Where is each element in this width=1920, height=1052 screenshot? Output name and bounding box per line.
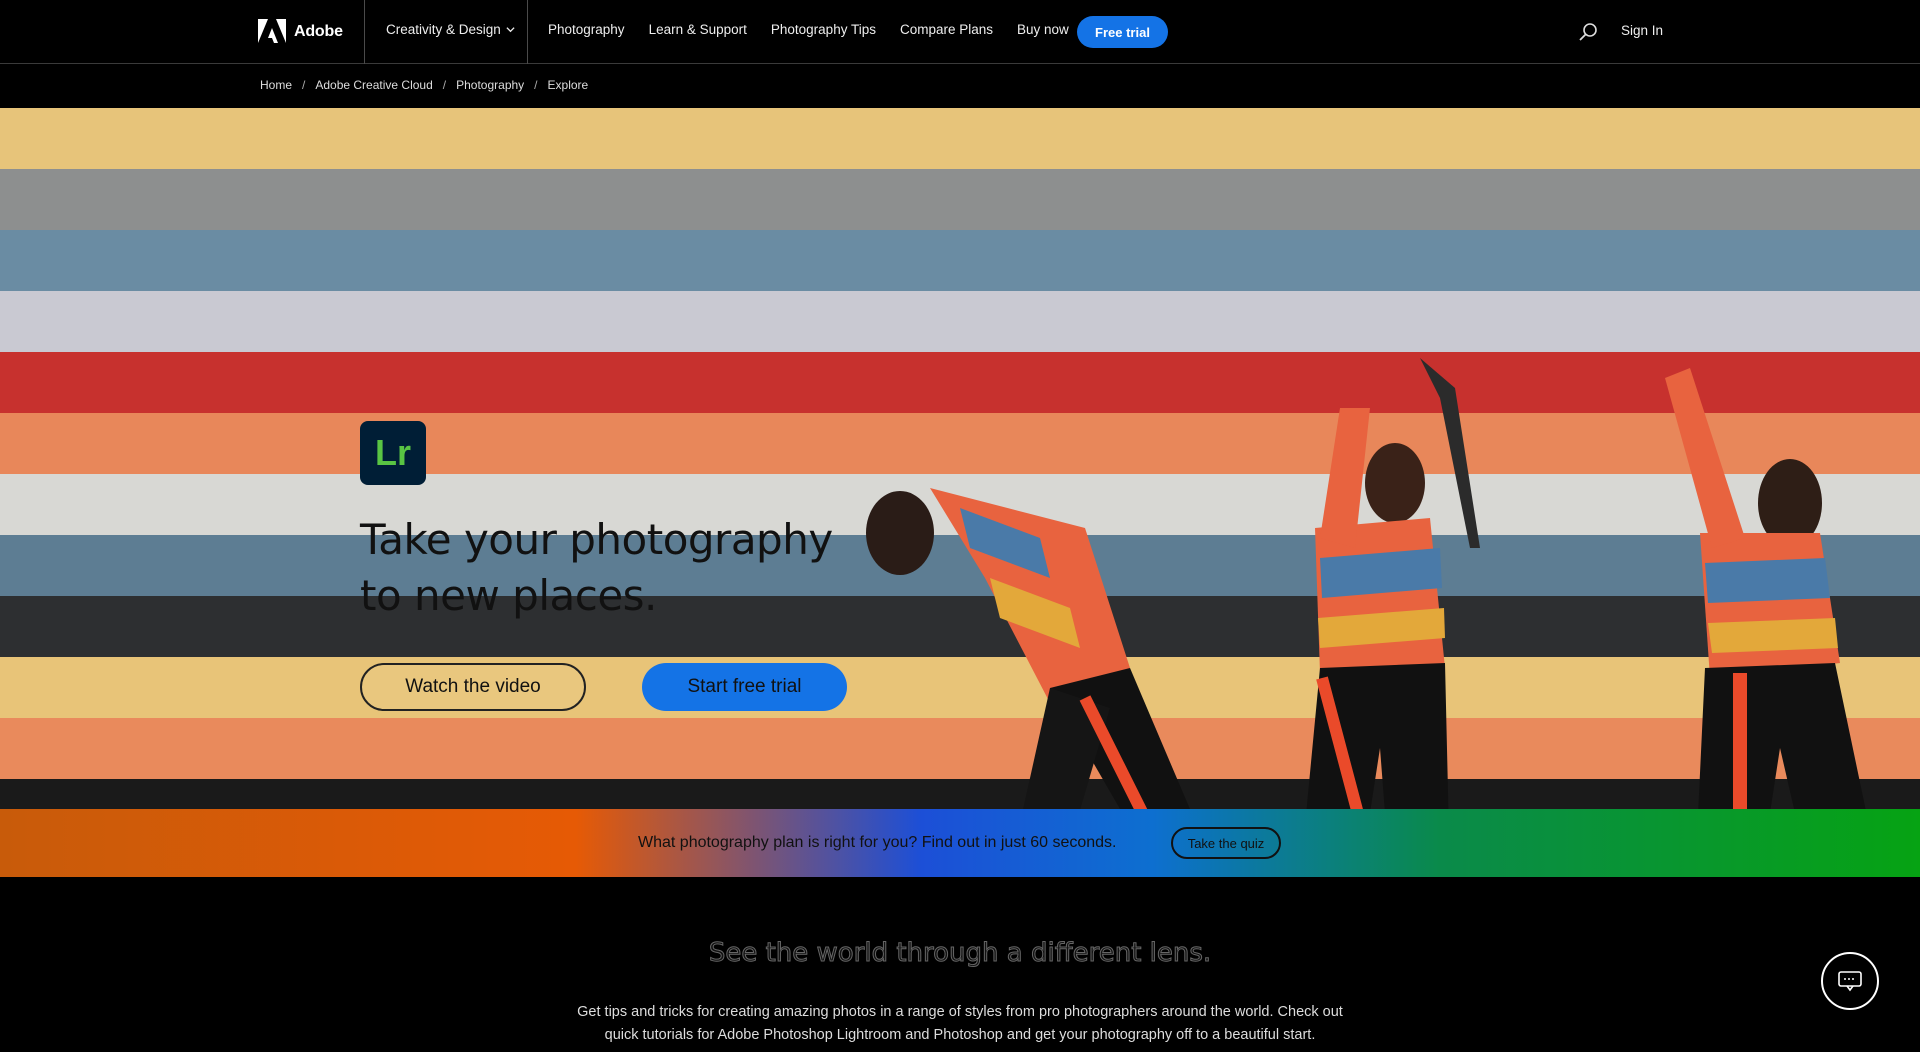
chevron-down-icon (506, 27, 515, 33)
nav-link-photography[interactable]: Photography (548, 22, 625, 37)
chat-button[interactable] (1821, 952, 1879, 1010)
section-heading: See the world through a different lens. (708, 938, 1212, 969)
breadcrumb-photography[interactable]: Photography (456, 78, 524, 92)
brand-name: Adobe (294, 23, 343, 40)
breadcrumb-home[interactable]: Home (260, 78, 292, 92)
hero-banner: Lr Take your photography to new places. … (0, 108, 1920, 809)
section-description: Get tips and tricks for creating amazing… (577, 1004, 1343, 1043)
breadcrumb-separator: / (534, 78, 538, 92)
lightroom-badge-letters: Lr (375, 432, 411, 473)
breadcrumb-separator: / (442, 78, 447, 92)
free-trial-button[interactable]: Free trial (1077, 16, 1168, 48)
quiz-banner-text: What photography plan is right for you? … (638, 834, 1117, 851)
plan-quiz-banner: What photography plan is right for you? … (0, 809, 1920, 877)
adobe-logo-icon (258, 19, 286, 43)
chat-icon (1838, 971, 1862, 992)
nav-link-buy-now[interactable]: Buy now (1017, 22, 1069, 37)
dancer-figure (1665, 368, 1866, 809)
watch-video-button[interactable]: Watch the video (360, 663, 586, 711)
take-quiz-button[interactable]: Take the quiz (1171, 827, 1281, 859)
search-icon[interactable] (1578, 22, 1598, 42)
breadcrumb-explore: Explore (547, 78, 589, 92)
breadcrumb-creative-cloud[interactable]: Adobe Creative Cloud (315, 78, 432, 92)
global-navigation: Adobe Creativity & Design Photography Le… (0, 0, 1920, 64)
start-free-trial-button[interactable]: Start free trial (642, 663, 847, 711)
lightroom-app-icon: Lr (360, 421, 426, 485)
nav-divider (527, 0, 528, 64)
breadcrumb: Home / Adobe Creative Cloud / Photograph… (260, 78, 588, 92)
dancer-figure (1306, 358, 1480, 809)
breadcrumb-separator: / (302, 78, 306, 92)
nav-links: Photography Learn & Support Photography … (548, 22, 1069, 37)
dancer-figure (866, 488, 1190, 809)
nav-link-compare-plans[interactable]: Compare Plans (900, 22, 993, 37)
dropdown-label: Creativity & Design (386, 22, 501, 37)
hero-title: Take your photography to new places. (360, 515, 833, 620)
nav-divider (364, 0, 365, 64)
sign-in-link[interactable]: Sign In (1621, 23, 1663, 38)
nav-link-photography-tips[interactable]: Photography Tips (771, 22, 876, 37)
nav-link-learn-support[interactable]: Learn & Support (649, 22, 747, 37)
hero-dancers-image (866, 358, 1866, 809)
creativity-design-dropdown[interactable]: Creativity & Design (386, 22, 515, 37)
adobe-brand-link[interactable]: Adobe (258, 14, 343, 50)
